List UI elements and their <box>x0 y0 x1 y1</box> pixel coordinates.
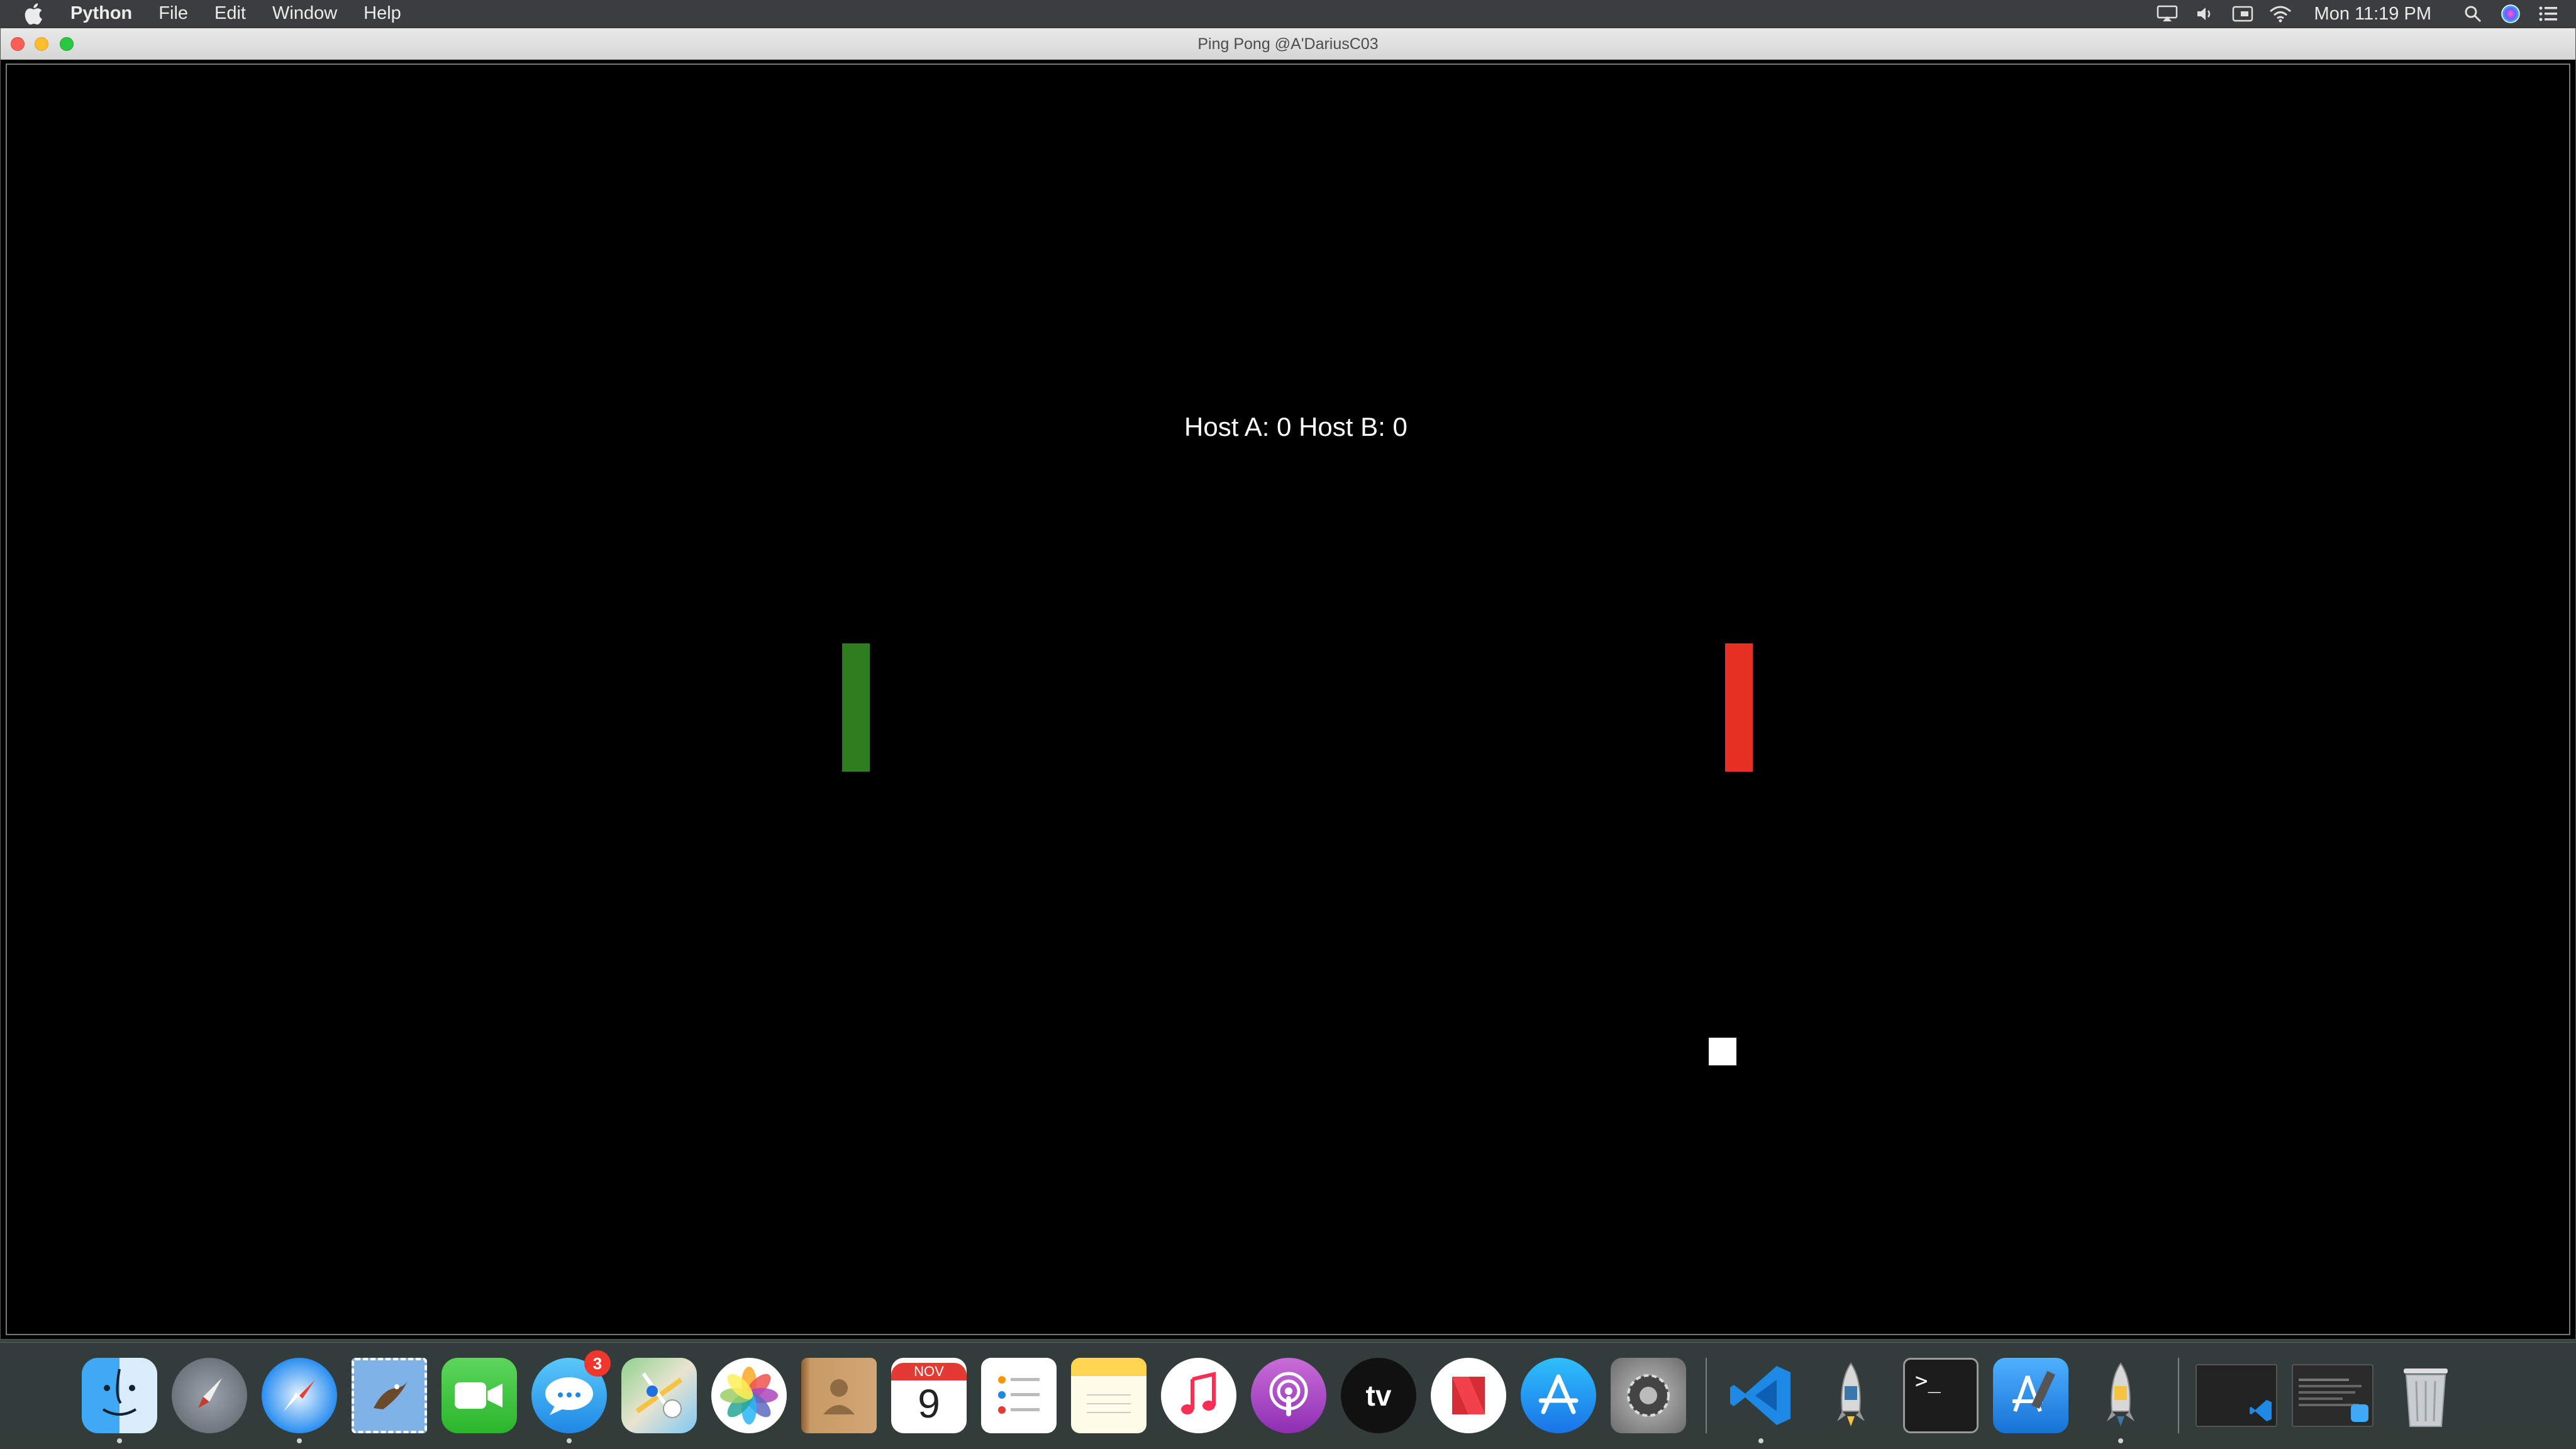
dock-separator <box>2178 1358 2179 1433</box>
running-indicator <box>117 1438 122 1443</box>
finder-badge-icon <box>2351 1404 2368 1422</box>
wifi-icon[interactable] <box>2268 4 2293 23</box>
dock-podcasts-icon[interactable] <box>1251 1358 1326 1433</box>
window-titlebar[interactable]: Ping Pong @A'DariusC03 <box>1 28 2575 60</box>
display-icon[interactable] <box>2230 4 2255 23</box>
running-indicator <box>2118 1438 2123 1443</box>
dock-maps-icon[interactable] <box>621 1358 697 1433</box>
menu-bar: Python File Edit Window Help Mon 11:19 P… <box>0 0 2576 28</box>
menu-file[interactable]: File <box>158 3 188 24</box>
dock-python-icon[interactable] <box>2083 1358 2158 1443</box>
calendar-month: NOV <box>891 1363 967 1380</box>
ball <box>1709 1038 1736 1065</box>
dock-minimized-window-finder[interactable] <box>2292 1364 2373 1427</box>
scoreboard: Host A: 0 Host B: 0 <box>1184 412 1407 441</box>
dock-system-preferences-icon[interactable] <box>1611 1358 1686 1433</box>
calendar-day: 9 <box>918 1381 940 1426</box>
dock-messages-icon[interactable]: 3 <box>531 1350 611 1443</box>
tv-label: tv <box>1365 1379 1392 1412</box>
dock-notes-icon[interactable] <box>1071 1358 1146 1433</box>
dock-tv-icon[interactable]: tv <box>1341 1358 1416 1433</box>
dock-photos-icon[interactable] <box>711 1358 787 1433</box>
terminal-prompt: >_ <box>1915 1368 1941 1394</box>
window-title: Ping Pong @A'DariusC03 <box>1197 35 1379 53</box>
dock-app-store-icon[interactable] <box>1521 1358 1596 1433</box>
running-indicator <box>1758 1438 1763 1443</box>
dock-finder-icon[interactable] <box>82 1358 157 1443</box>
menu-bar-clock[interactable]: Mon 11:19 PM <box>2314 4 2431 25</box>
dock-xcode-icon[interactable] <box>1993 1358 2068 1433</box>
menu-edit[interactable]: Edit <box>214 3 246 24</box>
running-indicator <box>297 1438 302 1443</box>
game-canvas[interactable]: Host A: 0 Host B: 0 <box>6 64 2570 1335</box>
app-menu-python[interactable]: Python <box>70 3 132 24</box>
dock-terminal-icon[interactable]: >_ <box>1903 1358 1979 1433</box>
dock-reminders-icon[interactable] <box>981 1358 1057 1433</box>
dock-separator <box>1706 1358 1707 1433</box>
dock-contacts-icon[interactable] <box>801 1358 877 1433</box>
dock: 3 NOV 9 tv >_ <box>0 1342 2576 1449</box>
menu-window[interactable]: Window <box>272 3 337 24</box>
airplay-icon[interactable] <box>2155 4 2180 23</box>
volume-icon[interactable] <box>2192 4 2218 23</box>
menu-help[interactable]: Help <box>364 3 401 24</box>
messages-badge: 3 <box>584 1350 611 1377</box>
dock-launchpad-icon[interactable] <box>172 1358 247 1433</box>
paddle-a <box>842 643 870 772</box>
siri-icon[interactable] <box>2498 4 2523 23</box>
running-indicator <box>567 1438 572 1443</box>
dock-trash-icon[interactable] <box>2388 1358 2463 1433</box>
search-icon[interactable] <box>2460 4 2485 23</box>
dock-python-launcher-icon[interactable] <box>1813 1358 1889 1433</box>
apple-menu-icon[interactable] <box>24 3 45 25</box>
dock-news-icon[interactable] <box>1431 1358 1506 1433</box>
dock-safari-icon[interactable] <box>262 1358 337 1443</box>
control-center-icon[interactable] <box>2536 4 2561 23</box>
dock-facetime-icon[interactable] <box>441 1358 517 1433</box>
game-window: Ping Pong @A'DariusC03 Host A: 0 Host B:… <box>0 28 2576 1340</box>
dock-music-icon[interactable] <box>1161 1358 1236 1433</box>
dock-mail-icon[interactable] <box>352 1358 427 1433</box>
dock-calendar-icon[interactable]: NOV 9 <box>891 1358 967 1433</box>
dock-minimized-window-vscode[interactable] <box>2196 1364 2277 1427</box>
dock-vscode-icon[interactable] <box>1723 1358 1799 1443</box>
paddle-b <box>1725 643 1753 772</box>
